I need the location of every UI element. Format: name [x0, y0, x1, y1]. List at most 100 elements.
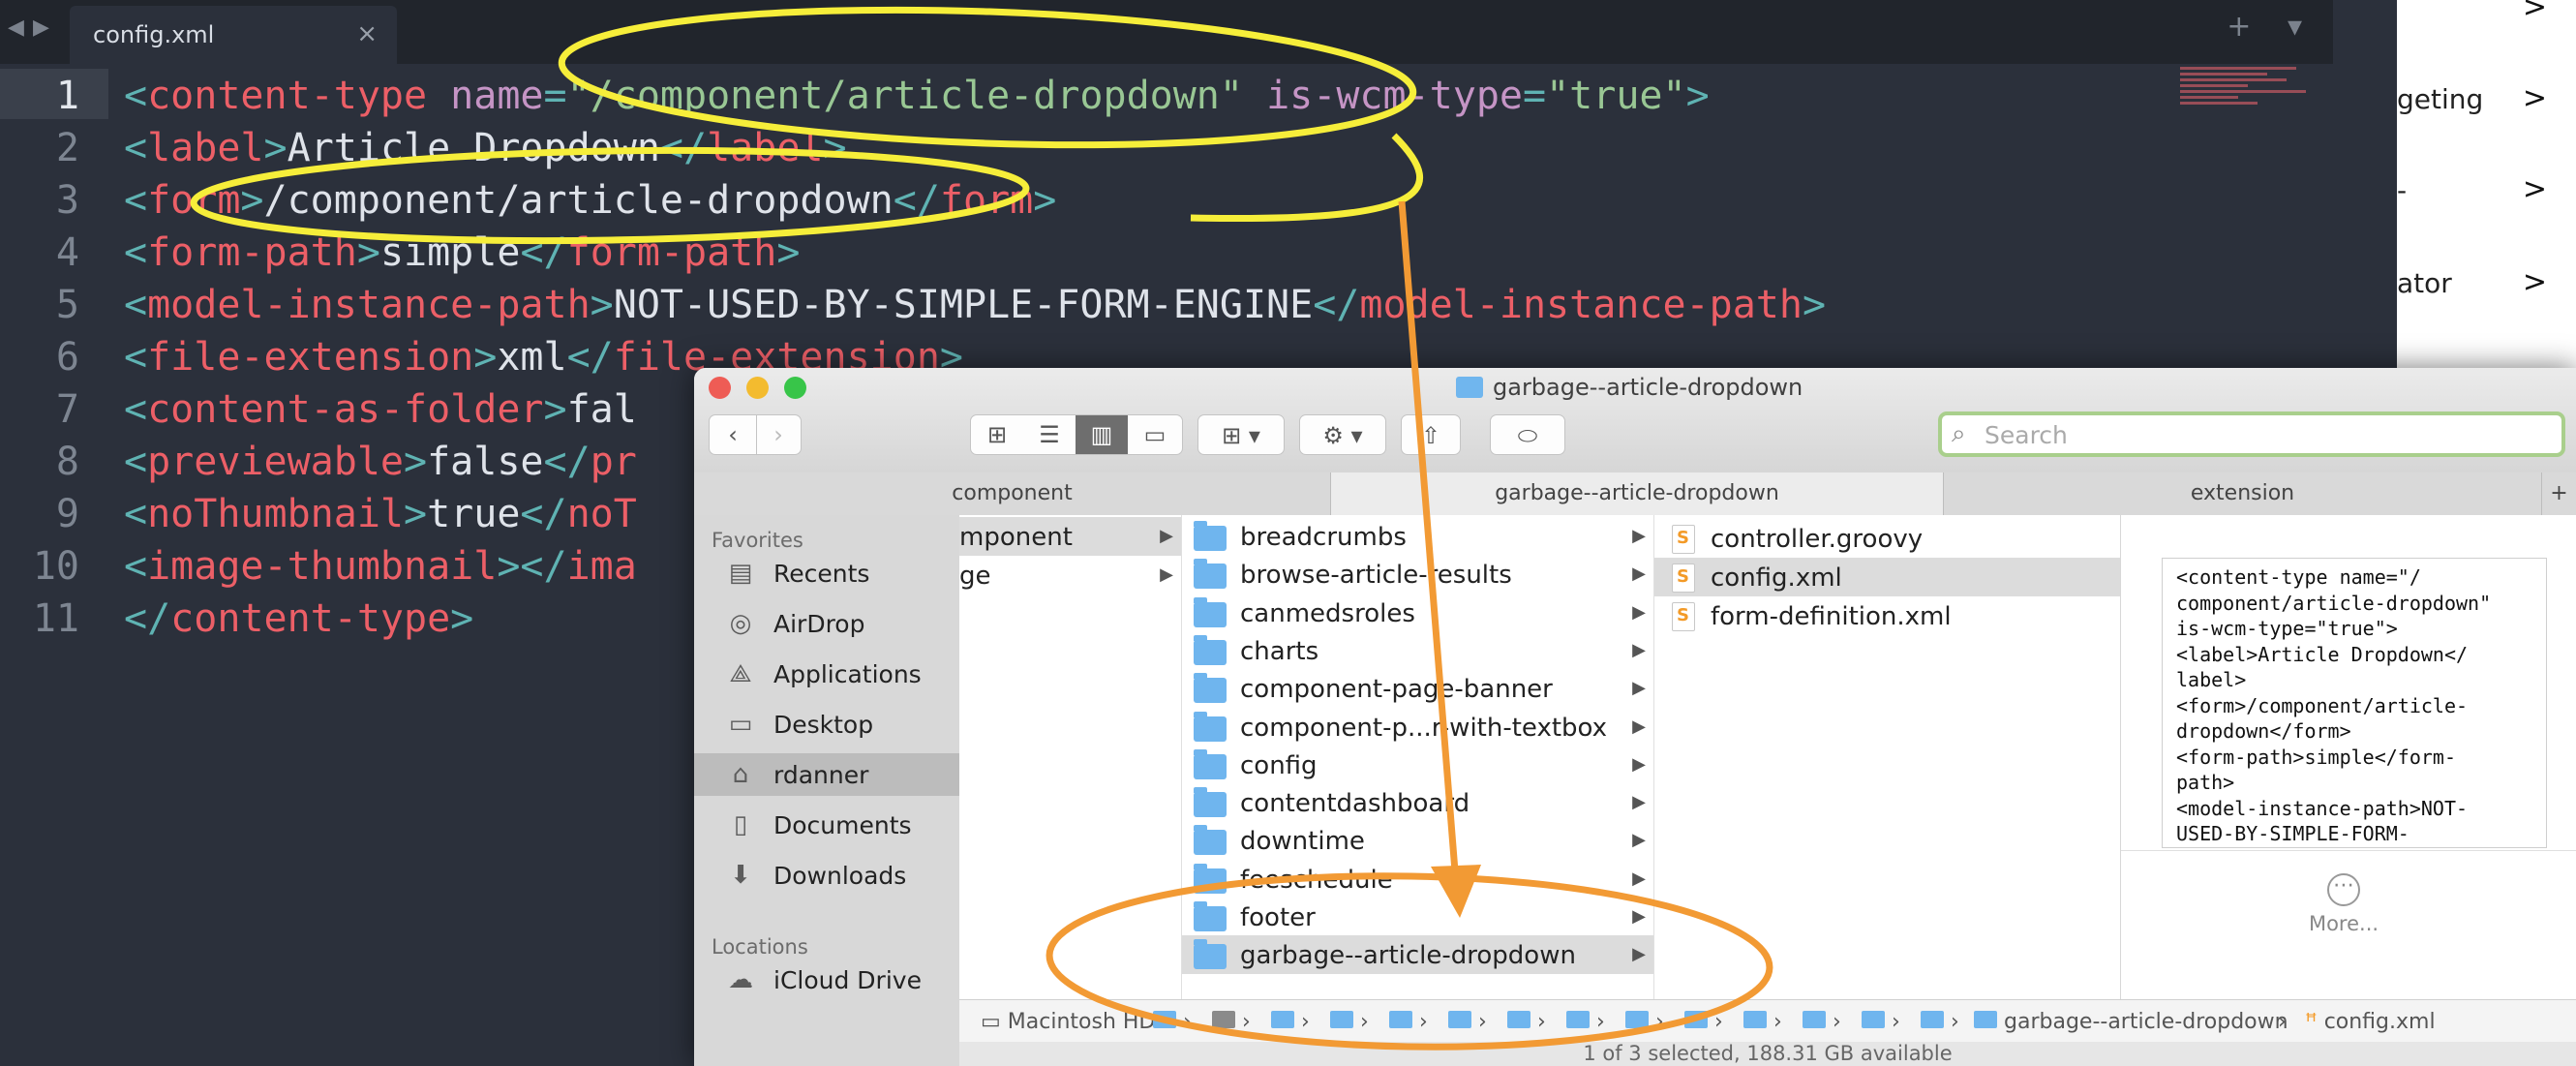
path-folder-label: garbage--article-dropdown: [2004, 1010, 2288, 1034]
close-icon[interactable]: ×: [356, 19, 378, 48]
code-token: Article Dropdown: [287, 126, 660, 170]
sidebar-item-airdrop[interactable]: ◎ AirDrop: [694, 602, 959, 645]
code-token: model-instance-path: [147, 283, 591, 327]
tab-extension[interactable]: extension: [1944, 472, 2542, 515]
tab-label: component: [952, 481, 1073, 505]
tab-component[interactable]: component: [694, 472, 1331, 515]
forward-arrow-icon[interactable]: ▶: [33, 15, 49, 40]
path-current-folder[interactable]: garbage--article-dropdown: [1974, 1010, 2288, 1034]
back-arrow-icon[interactable]: ◀: [8, 15, 24, 40]
finder-toolbar: garbage--article-dropdown ‹ › ⊞ ☰ ▥ ▭ ⊞ …: [694, 368, 2576, 473]
more-label: More...: [2308, 912, 2379, 935]
back-forward-control: ‹ ›: [709, 414, 802, 455]
gallery-view-icon[interactable]: ▭: [1128, 415, 1182, 454]
folder-row[interactable]: downtime ▶: [1182, 821, 1653, 860]
folder-icon: [1194, 711, 1227, 742]
tag-button[interactable]: ⬭: [1490, 414, 1565, 455]
action-menu-button[interactable]: ⚙ ▾: [1299, 414, 1386, 455]
sidebar-item-label: Downloads: [773, 862, 907, 890]
path-folder-crumb[interactable]: ›: [1389, 1010, 1428, 1034]
folder-row[interactable]: feeschedule ▶: [1182, 860, 1653, 898]
file-row[interactable]: config.xml: [1654, 558, 2120, 596]
path-folder-crumb[interactable]: ›: [1448, 1010, 1487, 1034]
minimize-window-button[interactable]: [746, 377, 769, 399]
airdrop-icon: ◎: [729, 609, 752, 638]
path-folder-crumb[interactable]: ›: [1330, 1010, 1369, 1034]
applications-icon: ⟁: [729, 659, 752, 688]
column-item-label: mponent: [959, 523, 1073, 552]
back-button[interactable]: ‹: [710, 415, 757, 454]
folder-row[interactable]: breadcrumbs ▶: [1182, 517, 1653, 556]
folder-icon: [1194, 596, 1227, 627]
minimap[interactable]: [2180, 64, 2325, 122]
sidebar-header-locations: Locations: [712, 935, 808, 959]
tab-garbage-article-dropdown[interactable]: garbage--article-dropdown: [1331, 472, 1944, 515]
line-number: 5: [55, 283, 79, 327]
tab-config-xml[interactable]: config.xml ×: [70, 6, 397, 64]
disclosure-arrow-icon: ▶: [1632, 526, 1646, 546]
menu-item[interactable]: - >: [2397, 172, 2576, 213]
sidebar-item-applications[interactable]: ⟁ Applications: [694, 653, 959, 695]
folder-row[interactable]: config ▶: [1182, 746, 1653, 784]
folder-icon: [1194, 634, 1227, 665]
search-input[interactable]: ⌕ Search: [1938, 411, 2565, 457]
path-folder-crumb[interactable]: ›: [1921, 1010, 1959, 1034]
folder-row[interactable]: footer ▶: [1182, 898, 1653, 936]
forward-button[interactable]: ›: [756, 415, 801, 454]
code-token: label: [147, 126, 264, 170]
menu-item[interactable]: geting >: [2397, 81, 2576, 122]
column-item[interactable]: ge ▶: [959, 556, 1181, 594]
folder-row[interactable]: canmedsroles ▶: [1182, 594, 1653, 632]
more-button[interactable]: ⋯ More...: [2266, 873, 2421, 935]
menu-item[interactable]: >: [2397, 0, 2576, 31]
tab-actions[interactable]: + ▾: [2227, 10, 2316, 44]
folder-name: charts: [1240, 636, 1319, 666]
close-window-button[interactable]: [709, 377, 731, 399]
sidebar-item-rdanner[interactable]: ⌂ rdanner: [694, 753, 959, 796]
list-view-icon[interactable]: ☰: [1023, 415, 1076, 454]
file-row[interactable]: controller.groovy: [1654, 519, 2120, 558]
path-folder-crumb[interactable]: ›: [1743, 1010, 1782, 1034]
path-folder-crumb[interactable]: ›: [1684, 1010, 1723, 1034]
sidebar-item-recents[interactable]: ▤ Recents: [694, 552, 959, 594]
code-token: "/component/article-dropdown": [566, 74, 1243, 118]
folder-row[interactable]: contentdashboard ▶: [1182, 783, 1653, 822]
path-folder-crumb[interactable]: ›: [1212, 1010, 1251, 1034]
code-token: pr: [590, 440, 637, 484]
sidebar-item-documents[interactable]: ▯ Documents: [694, 804, 959, 846]
path-folder-crumb[interactable]: ›: [1271, 1010, 1310, 1034]
folder-row[interactable]: browse-article-results ▶: [1182, 555, 1653, 594]
sidebar-item-downloads[interactable]: ⬇ Downloads: [694, 854, 959, 897]
line-number: 9: [55, 492, 79, 536]
menu-item[interactable]: ator >: [2397, 265, 2576, 306]
column-item-label: ge: [959, 562, 991, 591]
path-folder-crumb[interactable]: ›: [1566, 1010, 1605, 1034]
file-row[interactable]: form-definition.xml: [1654, 596, 2120, 635]
line-number-gutter: 1 2 3 4 5 6 7 8 9 10 11: [0, 64, 108, 1066]
code-token: image-thumbnail: [147, 544, 498, 589]
share-button[interactable]: ⇧: [1401, 414, 1461, 455]
new-tab-button[interactable]: +: [2542, 472, 2576, 515]
sidebar-item-label: AirDrop: [773, 610, 865, 638]
path-file[interactable]: ꟸ config.xml: [2305, 1010, 2436, 1034]
folder-name: browse-article-results: [1240, 561, 1512, 591]
folder-row[interactable]: charts ▶: [1182, 631, 1653, 670]
sidebar-item-desktop[interactable]: ▭ Desktop: [694, 703, 959, 746]
group-by-button[interactable]: ⊞ ▾: [1197, 414, 1285, 455]
folder-row[interactable]: component-p...r-with-textbox ▶: [1182, 708, 1653, 746]
path-root[interactable]: ▭ Macintosh HD: [981, 1010, 1155, 1034]
sidebar-item-icloud-drive[interactable]: ☁ iCloud Drive: [694, 959, 959, 1001]
zoom-window-button[interactable]: [784, 377, 806, 399]
path-folder-crumb[interactable]: ›: [1803, 1010, 1841, 1034]
path-folder-crumb[interactable]: ›: [1507, 1010, 1546, 1034]
column-item[interactable]: mponent ▶: [959, 517, 1181, 556]
code-token: fal: [566, 387, 637, 432]
path-folder-crumb[interactable]: ›: [1153, 1010, 1192, 1034]
icon-view-icon[interactable]: ⊞: [971, 415, 1023, 454]
folder-row[interactable]: component-page-banner ▶: [1182, 669, 1653, 708]
code-token: noThumbnail: [147, 492, 404, 536]
path-folder-crumb[interactable]: ›: [1625, 1010, 1664, 1034]
path-folder-crumb[interactable]: ›: [1862, 1010, 1900, 1034]
column-view-icon[interactable]: ▥: [1076, 415, 1128, 454]
folder-row[interactable]: garbage--article-dropdown ▶: [1182, 935, 1653, 975]
